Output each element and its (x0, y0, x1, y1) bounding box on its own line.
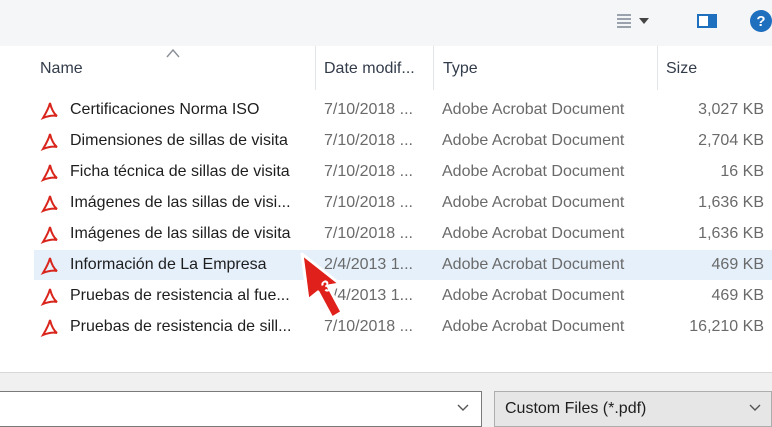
dialog-footer: Custom Files (*.pdf) (0, 372, 772, 427)
column-divider[interactable] (315, 46, 316, 90)
column-divider[interactable] (657, 46, 658, 90)
file-name-input[interactable] (0, 391, 482, 427)
change-view-button[interactable] (617, 14, 649, 28)
column-header-name[interactable]: Name (40, 60, 83, 78)
file-type-filter-select[interactable]: Custom Files (*.pdf) (494, 391, 772, 427)
file-date: 7/10/2018 ... (324, 101, 413, 118)
pdf-file-icon (40, 164, 58, 183)
chevron-down-icon (749, 404, 761, 411)
file-size: 1,636 KB (698, 194, 764, 211)
pdf-file-icon (40, 226, 58, 245)
file-name: Pruebas de resistencia al fue... (70, 287, 290, 304)
file-name: Ficha técnica de sillas de visita (70, 163, 290, 180)
file-size: 3,027 KB (698, 101, 764, 118)
chevron-down-icon[interactable] (457, 404, 469, 412)
column-header-row: Name Date modif... Type Size (0, 46, 772, 90)
file-type: Adobe Acrobat Document (442, 287, 625, 304)
file-row[interactable]: Ficha técnica de sillas de visita 7/10/2… (34, 157, 772, 187)
pdf-file-icon (40, 257, 58, 276)
view-dropdown-arrow-icon (639, 18, 649, 24)
file-row[interactable]: Imágenes de las sillas de visi... 7/10/2… (34, 188, 772, 218)
file-name: Pruebas de resistencia de sill... (70, 318, 292, 335)
file-row[interactable]: Pruebas de resistencia de sill... 7/10/2… (34, 312, 772, 342)
pdf-file-icon (40, 102, 58, 121)
file-size: 469 KB (711, 287, 764, 304)
file-row-selected[interactable]: Información de La Empresa 2/4/2013 1... … (34, 250, 772, 280)
file-type: Adobe Acrobat Document (442, 132, 625, 149)
file-date: 7/10/2018 ... (324, 132, 413, 149)
pdf-file-icon (40, 133, 58, 152)
file-row[interactable]: Certificaciones Norma ISO 7/10/2018 ... … (34, 95, 772, 125)
file-name: Información de La Empresa (70, 256, 267, 273)
file-row[interactable]: Dimensiones de sillas de visita 7/10/201… (34, 126, 772, 156)
column-divider[interactable] (433, 46, 434, 90)
pdf-file-icon (40, 288, 58, 307)
help-button[interactable]: ? (750, 10, 772, 32)
column-header-size[interactable]: Size (666, 60, 697, 78)
file-type: Adobe Acrobat Document (442, 163, 625, 180)
file-type: Adobe Acrobat Document (442, 101, 625, 118)
file-type-filter-value: Custom Files (*.pdf) (505, 400, 647, 417)
file-size: 2,704 KB (698, 132, 764, 149)
file-row[interactable]: Imágenes de las sillas de visita 7/10/20… (34, 219, 772, 249)
file-name: Imágenes de las sillas de visi... (70, 194, 291, 211)
column-header-type[interactable]: Type (443, 60, 478, 78)
file-type: Adobe Acrobat Document (442, 225, 625, 242)
file-date: 7/10/2018 ... (324, 163, 413, 180)
pdf-file-icon (40, 319, 58, 338)
file-name: Dimensiones de sillas de visita (70, 132, 288, 149)
file-size: 16 KB (720, 163, 764, 180)
file-date: 7/10/2018 ... (324, 225, 413, 242)
file-name: Imágenes de las sillas de visita (70, 225, 291, 242)
file-name: Certificaciones Norma ISO (70, 101, 260, 118)
file-type: Adobe Acrobat Document (442, 194, 625, 211)
file-size: 1,636 KB (698, 225, 764, 242)
file-date: 7/10/2018 ... (324, 194, 413, 211)
file-row[interactable]: Pruebas de resistencia al fue... 2/4/201… (34, 281, 772, 311)
details-view-icon (617, 14, 631, 28)
file-type: Adobe Acrobat Document (442, 256, 625, 273)
file-size: 16,210 KB (689, 318, 764, 335)
step-cursor-icon: 3 (300, 252, 344, 320)
column-header-date[interactable]: Date modif... (324, 60, 415, 78)
sort-ascending-icon (166, 48, 180, 58)
file-type: Adobe Acrobat Document (442, 318, 625, 335)
pdf-file-icon (40, 195, 58, 214)
toolbar: ? (0, 0, 772, 46)
preview-pane-button[interactable] (697, 14, 717, 28)
file-size: 469 KB (711, 256, 764, 273)
